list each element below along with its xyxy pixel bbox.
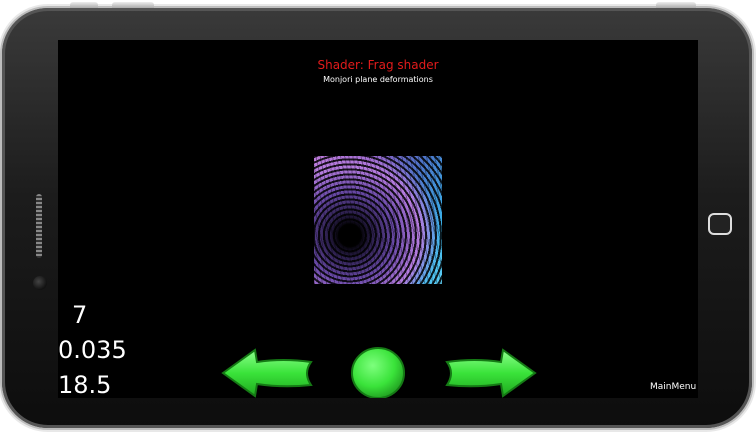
home-button[interactable]: [708, 213, 732, 235]
app-screen: Shader: Frag shader Monjori plane deform…: [58, 40, 698, 398]
shader-title: Shader: Frag shader: [317, 58, 439, 72]
stat-value-1: 7: [72, 301, 88, 329]
arrow-left-icon: [221, 348, 313, 398]
arrow-right-icon: [445, 348, 537, 398]
stat-value-2: 0.035: [58, 336, 127, 364]
next-button[interactable]: [445, 348, 537, 398]
circle-play-icon: [351, 347, 405, 398]
play-button[interactable]: [350, 346, 406, 398]
speaker-grille: [36, 194, 42, 258]
shader-subtitle: Monjori plane deformations: [323, 75, 433, 84]
front-camera: [33, 276, 47, 290]
stat-value-3: 18.5: [58, 371, 112, 398]
shader-preview: [314, 156, 442, 284]
volume-button[interactable]: [70, 2, 98, 8]
main-menu-button[interactable]: MainMenu: [650, 382, 696, 392]
previous-button[interactable]: [221, 348, 313, 398]
volume-button-2[interactable]: [112, 2, 154, 8]
power-button[interactable]: [656, 2, 696, 8]
